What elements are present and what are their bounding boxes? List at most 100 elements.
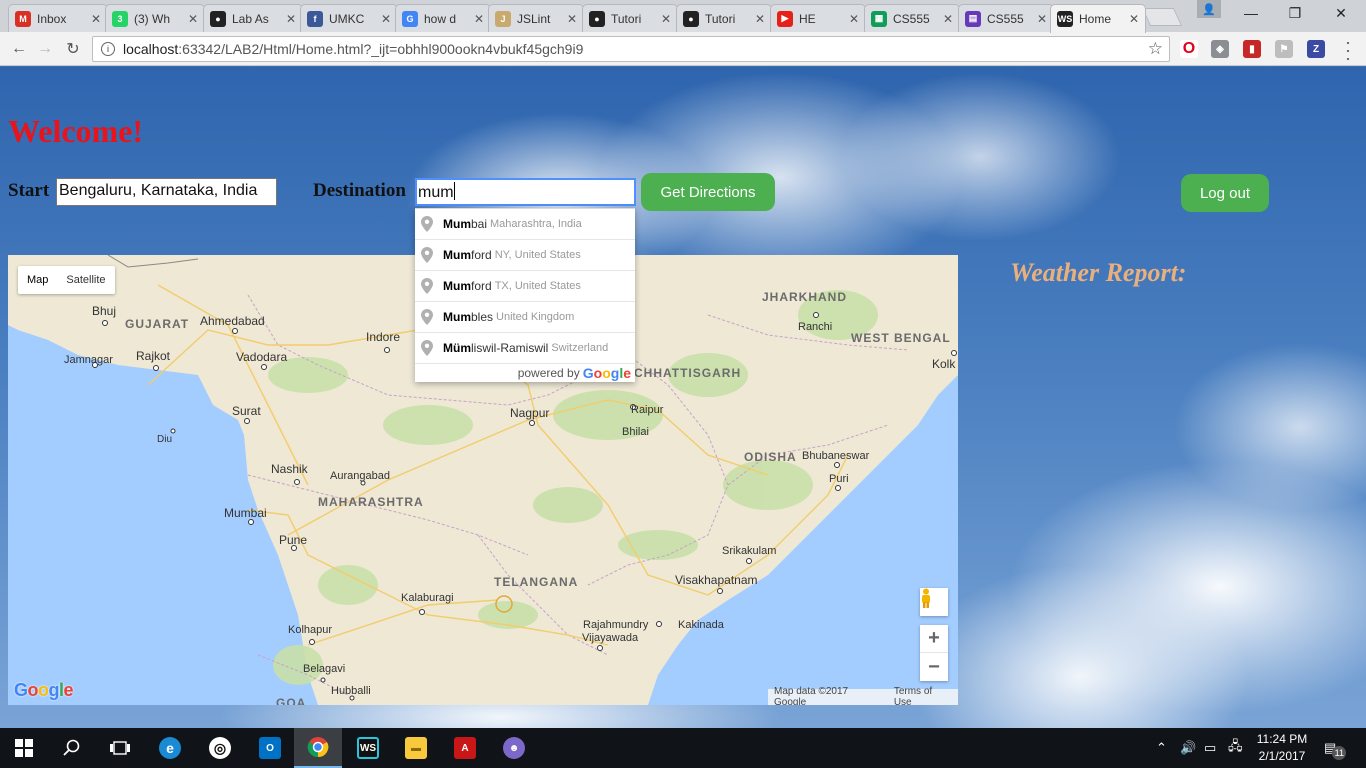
start-input[interactable]: Bengaluru, Karnataka, India <box>56 178 277 206</box>
app-icon[interactable]: ☻ <box>490 728 538 768</box>
bookmark-extension-icon[interactable]: ▮ <box>1243 40 1261 58</box>
chrome-taskbar-icon[interactable] <box>294 728 342 768</box>
tab-title: CS555 <box>987 11 1024 26</box>
info-icon[interactable]: i <box>101 42 115 56</box>
svg-text:Pune: Pune <box>279 533 307 547</box>
search-icon[interactable] <box>48 728 96 768</box>
back-arrow-icon[interactable]: ← <box>8 38 30 60</box>
svg-text:Surat: Surat <box>232 404 261 418</box>
acrobat-icon[interactable]: A <box>441 728 489 768</box>
location-pin-icon <box>421 340 433 356</box>
browser-tab[interactable]: ● Tutori ✕ <box>676 4 772 32</box>
show-hidden-icons[interactable]: ⌃ <box>1156 728 1167 768</box>
map-type-map-button[interactable]: Map <box>18 266 57 294</box>
tab-title: HE <box>799 11 816 26</box>
svg-text:Diu: Diu <box>157 434 172 445</box>
autocomplete-secondary-text: TX, United States <box>494 280 581 292</box>
edge-icon[interactable]: e <box>146 728 194 768</box>
task-view-icon[interactable] <box>96 728 144 768</box>
profile-icon[interactable]: 👤 <box>1197 0 1221 18</box>
zoom-out-button[interactable]: − <box>920 653 948 681</box>
bookmark-star-icon[interactable]: ☆ <box>1148 39 1163 59</box>
tab-close-icon[interactable]: ✕ <box>661 12 671 26</box>
reload-icon[interactable]: ↻ <box>62 38 84 60</box>
pegman-icon[interactable] <box>920 588 948 616</box>
tab-close-icon[interactable]: ✕ <box>474 12 484 26</box>
autocomplete-secondary-text: Maharashtra, India <box>490 218 582 230</box>
tab-close-icon[interactable]: ✕ <box>943 12 953 26</box>
youtube-icon: ▶ <box>777 10 793 27</box>
notifications-icon[interactable]: ▤ 11 <box>1324 728 1347 768</box>
address-bar[interactable]: i localhost:63342/LAB2/Html/Home.html?_i… <box>92 36 1170 62</box>
map-region-label: GUJARAT <box>125 317 189 331</box>
browser-tab[interactable]: ● Lab As ✕ <box>203 4 303 32</box>
forward-arrow-icon[interactable]: → <box>34 38 56 60</box>
new-tab-button[interactable] <box>1141 8 1183 26</box>
destination-input[interactable]: mum <box>415 178 636 206</box>
browser-tab-strip: M Inbox ✕ 3 (3) Wh ✕ ● Lab As ✕ f UMKC ✕ Ghow d ✕ J JSL… <box>0 0 1366 33</box>
autocomplete-secondary-text: NY, United States <box>494 249 581 261</box>
facebook-icon: f <box>307 10 323 27</box>
zoom-in-button[interactable]: + <box>920 625 948 653</box>
media-player-icon[interactable]: ◎ <box>196 728 244 768</box>
browser-tab[interactable]: f UMKC ✕ <box>300 4 398 32</box>
autocomplete-item[interactable]: Mumbai Maharashtra, India <box>415 209 635 240</box>
browser-tab[interactable]: ▦ CS555 ✕ <box>864 4 960 32</box>
tab-close-icon[interactable]: ✕ <box>1037 12 1047 26</box>
tab-close-icon[interactable]: ✕ <box>91 12 101 26</box>
get-directions-button[interactable]: Get Directions <box>641 173 775 211</box>
chrome-menu-icon[interactable]: · · · <box>1342 33 1354 67</box>
sheets-icon: ▦ <box>871 10 887 27</box>
address-url[interactable]: localhost:63342/LAB2/Html/Home.html?_ijt… <box>123 41 583 57</box>
tab-title: Tutori <box>705 11 736 26</box>
browser-tab[interactable]: J JSLint ✕ <box>488 4 584 32</box>
svg-text:Raipur: Raipur <box>631 404 664 416</box>
power-icon[interactable]: ▭ <box>1204 728 1216 768</box>
location-pin-icon <box>421 309 433 325</box>
browser-tab[interactable]: 3 (3) Wh ✕ <box>105 4 205 32</box>
tab-close-icon[interactable]: ✕ <box>381 12 391 26</box>
autocomplete-item[interactable]: Mümliswil-Ramiswil Switzerland <box>415 333 635 364</box>
browser-tab[interactable]: WS Home ✕ <box>1050 4 1146 33</box>
autocomplete-main-text: Mumford <box>443 248 492 262</box>
autocomplete-main-text: Mumbai <box>443 217 488 231</box>
extension-icon[interactable]: ◈ <box>1211 40 1229 58</box>
system-clock[interactable]: 11:24 PM 2/1/2017 <box>1252 731 1312 765</box>
browser-tab[interactable]: ▤ CS555 ✕ <box>958 4 1054 32</box>
map-region-label: JHARKHAND <box>762 290 847 304</box>
tab-close-icon[interactable]: ✕ <box>849 12 859 26</box>
opera-extension-icon[interactable]: O <box>1180 40 1198 58</box>
autocomplete-item[interactable]: Mumbles United Kingdom <box>415 302 635 333</box>
terms-of-use-link[interactable]: Terms of Use <box>888 686 958 705</box>
webstorm-taskbar-icon[interactable]: WS <box>344 728 392 768</box>
network-icon[interactable]: 🖧 <box>1228 728 1243 768</box>
zotero-extension-icon[interactable]: Z <box>1307 40 1325 58</box>
tab-close-icon[interactable]: ✕ <box>1129 12 1139 26</box>
location-pin-icon <box>421 247 433 263</box>
maximize-button[interactable]: ❐ <box>1272 0 1318 26</box>
volume-icon[interactable]: 🔊 <box>1180 728 1196 768</box>
file-explorer-icon[interactable]: ▬ <box>392 728 440 768</box>
svg-text:Mumbai: Mumbai <box>224 506 267 520</box>
windows-start-icon[interactable] <box>0 728 48 768</box>
browser-tab[interactable]: M Inbox ✕ <box>8 4 108 32</box>
tab-close-icon[interactable]: ✕ <box>755 12 765 26</box>
map-type-satellite-button[interactable]: Satellite <box>57 266 114 294</box>
map-city: Bhuj <box>92 304 116 326</box>
browser-tab[interactable]: ● Tutori ✕ <box>582 4 678 32</box>
autocomplete-item[interactable]: Mumford NY, United States <box>415 240 635 271</box>
browser-tab[interactable]: ▶ HE ✕ <box>770 4 866 32</box>
autocomplete-item[interactable]: Mumford TX, United States <box>415 271 635 302</box>
tab-close-icon[interactable]: ✕ <box>286 12 296 26</box>
pdf-extension-icon[interactable]: ⚑ <box>1275 40 1293 58</box>
outlook-icon[interactable]: O <box>246 728 294 768</box>
browser-tab[interactable]: Ghow d ✕ <box>395 4 491 32</box>
logout-button[interactable]: Log out <box>1181 174 1269 212</box>
google-logo: Google <box>14 680 74 700</box>
minimize-button[interactable]: — <box>1228 0 1274 26</box>
tab-close-icon[interactable]: ✕ <box>188 12 198 26</box>
tab-close-icon[interactable]: ✕ <box>567 12 577 26</box>
close-window-button[interactable]: ✕ <box>1318 0 1364 26</box>
svg-text:Kolk: Kolk <box>932 357 956 371</box>
map-city: Rajahmundry <box>583 619 662 631</box>
